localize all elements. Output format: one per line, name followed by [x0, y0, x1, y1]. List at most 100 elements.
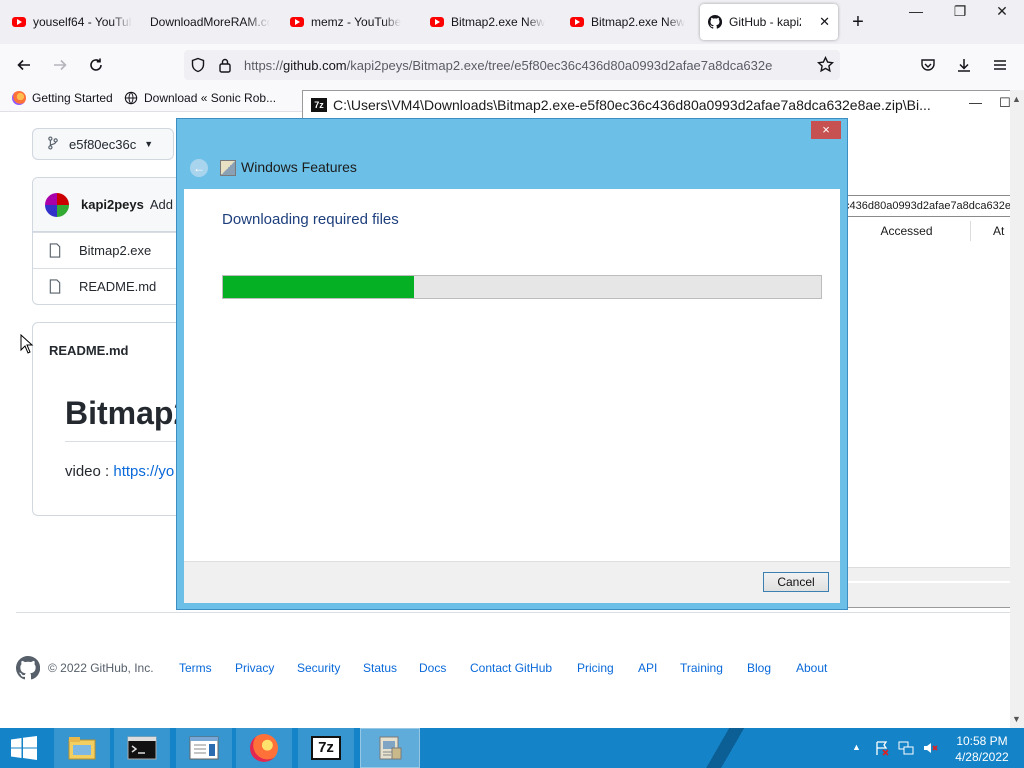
- mouse-cursor-icon: [20, 334, 34, 354]
- footer-link-terms[interactable]: Terms: [179, 661, 212, 675]
- seven-zip-titlebar[interactable]: 7z C:\Users\VM4\Downloads\Bitmap2.exe-e5…: [303, 91, 1023, 119]
- globe-icon: [124, 91, 138, 105]
- downloads-icon[interactable]: [952, 53, 976, 77]
- bookmark-star-icon[interactable]: [816, 55, 835, 76]
- youtube-icon: [570, 15, 584, 29]
- url-bar[interactable]: https://github.com/kapi2peys/Bitmap2.exe…: [184, 50, 840, 80]
- dialog-title: Windows Features: [241, 159, 357, 175]
- url-text[interactable]: https://github.com/kapi2peys/Bitmap2.exe…: [244, 58, 810, 73]
- commit-author[interactable]: kapi2peys: [81, 197, 144, 212]
- pocket-icon[interactable]: [916, 53, 940, 77]
- shield-icon[interactable]: [190, 57, 206, 76]
- firefox-icon: [12, 91, 26, 105]
- minimize-icon[interactable]: —: [969, 95, 982, 110]
- footer-link-security[interactable]: Security: [297, 661, 340, 675]
- avatar[interactable]: [45, 192, 69, 217]
- footer-link-pricing[interactable]: Pricing: [577, 661, 614, 675]
- github-logo-icon[interactable]: [15, 655, 41, 683]
- action-center-flag-icon[interactable]: [874, 740, 890, 759]
- taskbar-decoration: [696, 728, 756, 768]
- footer-link-api[interactable]: API: [638, 661, 657, 675]
- clock-time[interactable]: 10:58 PM: [952, 734, 1012, 748]
- file-explorer-icon: [68, 737, 96, 760]
- tab-title: GitHub - kapi2p: [729, 15, 801, 29]
- seven-zip-path-field[interactable]: c436d80a0993d2afae7a8dca632e8: [843, 195, 1023, 217]
- firefox-icon: [250, 734, 278, 762]
- column-header-accessed[interactable]: Accessed: [843, 221, 971, 241]
- reload-icon[interactable]: [84, 53, 108, 77]
- tab-title: Bitmap2.exe New: [591, 15, 686, 29]
- scroll-up-icon[interactable]: ▲: [1012, 94, 1021, 104]
- show-hidden-icons-icon[interactable]: ▲: [852, 742, 861, 752]
- minimize-icon[interactable]: —: [896, 0, 936, 22]
- dialog-footer: Cancel: [184, 561, 840, 603]
- back-arrow-icon[interactable]: ←: [190, 159, 208, 177]
- taskbar-notepad[interactable]: [176, 728, 232, 768]
- branch-selector[interactable]: e5f80ec36c ▼: [32, 128, 174, 160]
- new-tab-button[interactable]: +: [848, 10, 868, 34]
- tab-memz[interactable]: memz - YouTube: [282, 4, 418, 40]
- system-tray: ▲ 10:58 PM 4/28/2022: [848, 728, 1024, 768]
- footer-link-privacy[interactable]: Privacy: [235, 661, 274, 675]
- dialog-content: Downloading required files: [184, 189, 840, 561]
- network-icon[interactable]: [898, 740, 914, 759]
- windows-logo-icon: [11, 736, 37, 760]
- url-prefix: https://: [244, 58, 284, 73]
- footer-link-contact[interactable]: Contact GitHub: [470, 661, 552, 675]
- close-window-icon[interactable]: ✕: [982, 0, 1022, 22]
- bookmark-sonic[interactable]: Download « Sonic Rob...: [124, 91, 276, 105]
- taskbar-7zip[interactable]: 7z: [298, 728, 354, 768]
- close-tab-icon[interactable]: ✕: [813, 14, 830, 30]
- maximize-icon[interactable]: ☐: [999, 95, 1011, 111]
- cancel-button[interactable]: Cancel: [763, 572, 829, 592]
- taskbar-command-prompt[interactable]: [114, 728, 170, 768]
- branch-icon: [47, 135, 59, 153]
- close-dialog-button[interactable]: ×: [811, 121, 841, 139]
- video-label: video :: [65, 463, 114, 480]
- windows-features-icon: [379, 736, 402, 760]
- readme-title: Bitmap2: [65, 395, 192, 431]
- bookmark-getting-started[interactable]: Getting Started: [12, 91, 113, 105]
- readme-header: README.md: [49, 343, 129, 358]
- footer-link-docs[interactable]: Docs: [419, 661, 446, 675]
- tab-title: memz - YouTube: [311, 15, 402, 29]
- browser-nav-bar: https://github.com/kapi2peys/Bitmap2.exe…: [0, 44, 1024, 86]
- bookmark-label: Download « Sonic Rob...: [144, 91, 277, 105]
- taskbar-firefox[interactable]: [236, 728, 292, 768]
- seven-zip-icon: 7z: [311, 98, 327, 112]
- tab-bitmap2-2[interactable]: Bitmap2.exe New: [562, 4, 696, 40]
- readme-video-line: video : https://yo: [65, 463, 174, 480]
- footer-link-blog[interactable]: Blog: [747, 661, 771, 675]
- footer-divider: [16, 612, 1024, 613]
- forward-arrow-icon[interactable]: [48, 53, 72, 77]
- page-scrollbar[interactable]: [1010, 90, 1024, 728]
- notepad-icon: [189, 736, 219, 760]
- tab-bitmap2-1[interactable]: Bitmap2.exe New: [422, 4, 556, 40]
- footer-link-training[interactable]: Training: [680, 661, 723, 675]
- back-arrow-icon[interactable]: [12, 53, 36, 77]
- menu-icon[interactable]: [988, 53, 1012, 77]
- clock-date[interactable]: 4/28/2022: [952, 750, 1012, 764]
- command-prompt-icon: [127, 736, 157, 760]
- start-button[interactable]: [0, 728, 48, 768]
- volume-muted-icon[interactable]: [922, 740, 938, 759]
- taskbar-windows-features[interactable]: [360, 728, 420, 768]
- taskbar-file-explorer[interactable]: [54, 728, 110, 768]
- windows-taskbar: 7z ▲ 10:58 PM 4/28/2022: [0, 728, 1024, 768]
- tab-youself64[interactable]: youself64 - YouTube: [4, 4, 140, 40]
- seven-zip-icon: 7z: [311, 736, 341, 760]
- footer-link-status[interactable]: Status: [363, 661, 397, 675]
- file-name[interactable]: README.md: [79, 279, 156, 294]
- horizontal-scrollbar[interactable]: [843, 567, 1023, 581]
- file-name[interactable]: Bitmap2.exe: [79, 243, 151, 258]
- restore-icon[interactable]: ❐: [940, 0, 980, 22]
- scroll-down-icon[interactable]: ▼: [1012, 714, 1021, 724]
- video-link[interactable]: https://yo: [113, 463, 174, 480]
- tab-github[interactable]: GitHub - kapi2p ✕: [700, 4, 838, 40]
- tab-title: Bitmap2.exe New: [451, 15, 546, 29]
- commit-message[interactable]: Add: [150, 197, 173, 212]
- url-path: /kapi2peys/Bitmap2.exe/tree/e5f80ec36c43…: [346, 58, 773, 73]
- footer-link-about[interactable]: About: [796, 661, 827, 675]
- lock-icon[interactable]: [218, 57, 232, 76]
- tab-downloadmoreram[interactable]: DownloadMoreRAM.com: [142, 4, 278, 40]
